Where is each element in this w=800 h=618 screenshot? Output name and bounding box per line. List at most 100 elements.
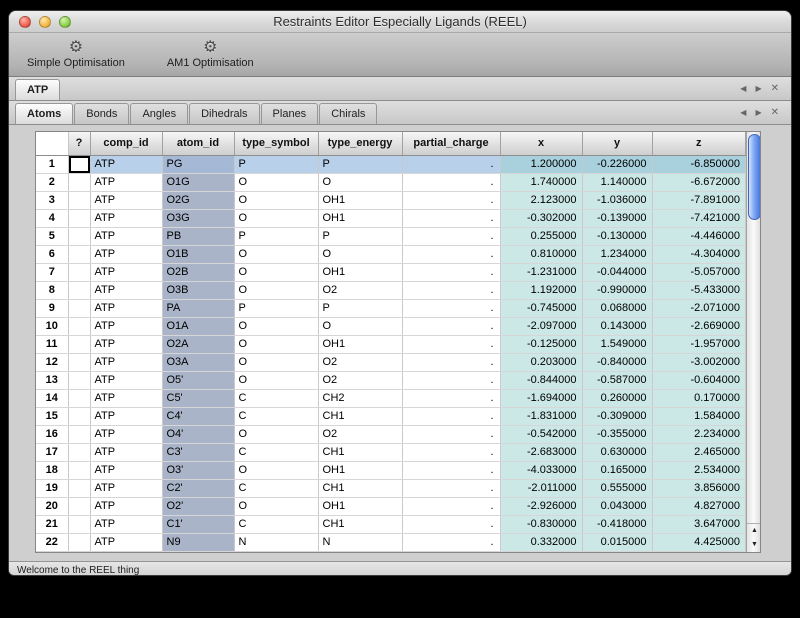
close-button[interactable]: [19, 16, 31, 28]
flag-cell[interactable]: [68, 425, 90, 443]
cell-z[interactable]: -2.669000: [652, 317, 746, 335]
cell-comp_id[interactable]: ATP: [90, 317, 162, 335]
cell-y[interactable]: -0.840000: [582, 353, 652, 371]
tab-atoms[interactable]: Atoms: [15, 103, 73, 124]
cell-type_symbol[interactable]: O: [234, 371, 318, 389]
flag-cell[interactable]: [68, 299, 90, 317]
cell-comp_id[interactable]: ATP: [90, 209, 162, 227]
row-number[interactable]: 6: [36, 245, 68, 263]
cell-y[interactable]: 0.015000: [582, 533, 652, 551]
flag-cell[interactable]: [68, 173, 90, 191]
cell-atom_id[interactable]: O2A: [162, 335, 234, 353]
cell-x[interactable]: -2.926000: [500, 497, 582, 515]
cell-y[interactable]: 0.165000: [582, 461, 652, 479]
flag-cell[interactable]: [68, 245, 90, 263]
cell-x[interactable]: -0.830000: [500, 515, 582, 533]
cell-type_energy[interactable]: OH1: [318, 461, 402, 479]
cell-type_energy[interactable]: OH1: [318, 263, 402, 281]
cell-partial_charge[interactable]: .: [402, 263, 500, 281]
cell-atom_id[interactable]: C2': [162, 479, 234, 497]
cell-atom_id[interactable]: C5': [162, 389, 234, 407]
cell-type_energy[interactable]: P: [318, 299, 402, 317]
cell-x[interactable]: -1.694000: [500, 389, 582, 407]
table-row[interactable]: 2ATPO1GOO.1.7400001.140000-6.672000: [36, 173, 746, 191]
row-number[interactable]: 20: [36, 497, 68, 515]
cell-x[interactable]: -2.683000: [500, 443, 582, 461]
cell-y[interactable]: 1.234000: [582, 245, 652, 263]
cell-type_energy[interactable]: O2: [318, 281, 402, 299]
column-header-atom_id[interactable]: atom_id: [162, 132, 234, 155]
cell-z[interactable]: -2.071000: [652, 299, 746, 317]
cell-type_energy[interactable]: CH1: [318, 407, 402, 425]
table-row[interactable]: 8ATPO3BOO2.1.192000-0.990000-5.433000: [36, 281, 746, 299]
table-row[interactable]: 20ATPO2'OOH1.-2.9260000.0430004.827000: [36, 497, 746, 515]
cell-z[interactable]: 1.584000: [652, 407, 746, 425]
row-number[interactable]: 11: [36, 335, 68, 353]
cell-z[interactable]: -4.304000: [652, 245, 746, 263]
zoom-button[interactable]: [59, 16, 71, 28]
cell-type_energy[interactable]: P: [318, 155, 402, 173]
cell-partial_charge[interactable]: .: [402, 461, 500, 479]
cell-partial_charge[interactable]: .: [402, 335, 500, 353]
column-header-x[interactable]: x: [500, 132, 582, 155]
cell-z[interactable]: -6.672000: [652, 173, 746, 191]
cell-type_energy[interactable]: O: [318, 317, 402, 335]
cell-comp_id[interactable]: ATP: [90, 155, 162, 173]
table-row[interactable]: 15ATPC4'CCH1.-1.831000-0.3090001.584000: [36, 407, 746, 425]
row-number[interactable]: 14: [36, 389, 68, 407]
tab-close-icon[interactable]: ✕: [771, 108, 779, 118]
cell-type_energy[interactable]: OH1: [318, 191, 402, 209]
flag-cell[interactable]: [68, 515, 90, 533]
cell-x[interactable]: 0.203000: [500, 353, 582, 371]
flag-cell[interactable]: [68, 389, 90, 407]
cell-atom_id[interactable]: O2': [162, 497, 234, 515]
cell-y[interactable]: 1.140000: [582, 173, 652, 191]
cell-comp_id[interactable]: ATP: [90, 173, 162, 191]
flag-cell-focused[interactable]: [68, 155, 90, 173]
cell-partial_charge[interactable]: .: [402, 281, 500, 299]
cell-partial_charge[interactable]: .: [402, 317, 500, 335]
column-header-comp_id[interactable]: comp_id: [90, 132, 162, 155]
flag-cell[interactable]: [68, 227, 90, 245]
flag-cell[interactable]: [68, 335, 90, 353]
tab-angles[interactable]: Angles: [130, 103, 188, 124]
flag-cell[interactable]: [68, 191, 90, 209]
cell-comp_id[interactable]: ATP: [90, 299, 162, 317]
cell-partial_charge[interactable]: .: [402, 245, 500, 263]
cell-partial_charge[interactable]: .: [402, 299, 500, 317]
cell-z[interactable]: -4.446000: [652, 227, 746, 245]
cell-type_symbol[interactable]: O: [234, 425, 318, 443]
cell-y[interactable]: -0.990000: [582, 281, 652, 299]
cell-atom_id[interactable]: O1B: [162, 245, 234, 263]
cell-type_energy[interactable]: O: [318, 245, 402, 263]
cell-x[interactable]: 0.255000: [500, 227, 582, 245]
cell-atom_id[interactable]: C3': [162, 443, 234, 461]
cell-comp_id[interactable]: ATP: [90, 227, 162, 245]
table-row[interactable]: 7ATPO2BOOH1.-1.231000-0.044000-5.057000: [36, 263, 746, 281]
cell-x[interactable]: -0.542000: [500, 425, 582, 443]
column-header-partial_charge[interactable]: partial_charge: [402, 132, 500, 155]
scrollbar-thumb[interactable]: [748, 134, 761, 220]
cell-y[interactable]: -0.044000: [582, 263, 652, 281]
cell-z[interactable]: -7.421000: [652, 209, 746, 227]
cell-comp_id[interactable]: ATP: [90, 497, 162, 515]
cell-type_energy[interactable]: O2: [318, 371, 402, 389]
cell-z[interactable]: 2.234000: [652, 425, 746, 443]
cell-y[interactable]: 0.555000: [582, 479, 652, 497]
table-row[interactable]: 18ATPO3'OOH1.-4.0330000.1650002.534000: [36, 461, 746, 479]
cell-type_symbol[interactable]: O: [234, 263, 318, 281]
cell-atom_id[interactable]: O1G: [162, 173, 234, 191]
cell-atom_id[interactable]: O3G: [162, 209, 234, 227]
scroll-up-button[interactable]: ▲: [747, 524, 761, 538]
cell-partial_charge[interactable]: .: [402, 533, 500, 551]
cell-type_energy[interactable]: P: [318, 227, 402, 245]
row-number[interactable]: 22: [36, 533, 68, 551]
column-header-type_energy[interactable]: type_energy: [318, 132, 402, 155]
cell-atom_id[interactable]: O4': [162, 425, 234, 443]
cell-type_symbol[interactable]: P: [234, 227, 318, 245]
cell-y[interactable]: -0.587000: [582, 371, 652, 389]
column-header-type_symbol[interactable]: type_symbol: [234, 132, 318, 155]
cell-z[interactable]: 3.856000: [652, 479, 746, 497]
cell-type_energy[interactable]: O2: [318, 353, 402, 371]
cell-partial_charge[interactable]: .: [402, 173, 500, 191]
